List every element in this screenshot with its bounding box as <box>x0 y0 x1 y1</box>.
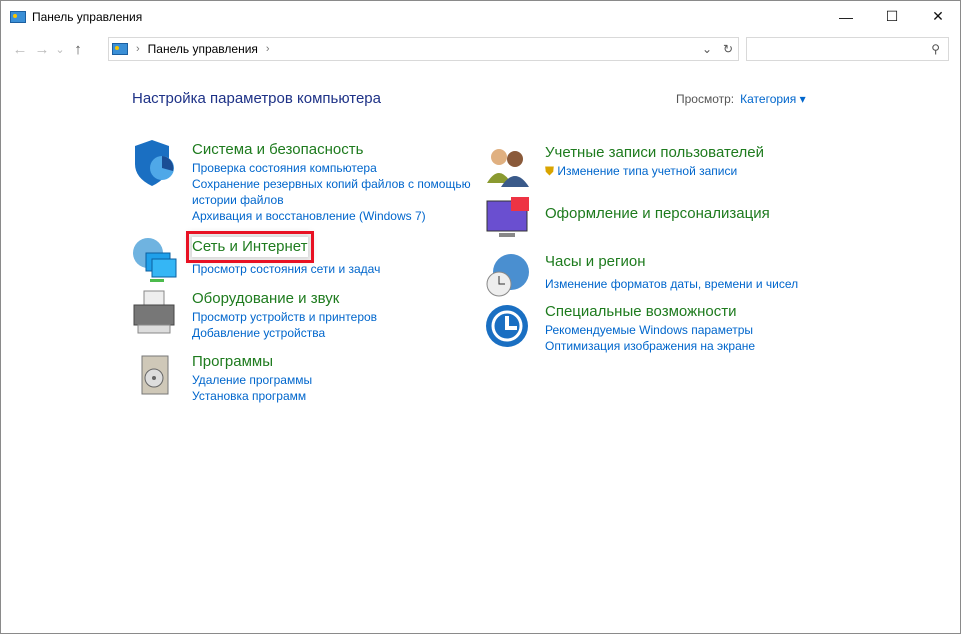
category-programs: Программы Удаление программы Установка п… <box>132 352 312 404</box>
link[interactable]: ⛊ Изменение типа учетной записи <box>545 163 764 179</box>
page-title: Настройка параметров компьютера <box>132 90 381 107</box>
link[interactable]: Изменение форматов даты, времени и чисел <box>545 276 798 292</box>
address-bar[interactable]: › Панель управления › ⌄ ↻ <box>108 37 739 61</box>
breadcrumb[interactable]: Панель управления <box>148 42 258 56</box>
category-system-security: Система и безопасность Проверка состояни… <box>132 140 482 224</box>
back-button[interactable]: ← <box>9 41 31 58</box>
navigation-bar: ← → ⌄ ↑ › Панель управления › ⌄ ↻ ⚲ <box>1 32 960 66</box>
link[interactable]: Архивация и восстановление (Windows 7) <box>192 208 482 224</box>
category-title[interactable]: Учетные записи пользователей <box>545 143 764 163</box>
maximize-button[interactable]: ☐ <box>869 1 915 32</box>
recent-locations-button[interactable]: ⌄ <box>53 43 67 56</box>
link[interactable]: Удаление программы <box>192 372 312 388</box>
link[interactable]: Сохранение резервных копий файлов с помо… <box>192 176 482 208</box>
category-title[interactable]: Сеть и Интернет <box>186 231 314 263</box>
category-user-accounts: Учетные записи пользователей ⛊ Изменение… <box>485 143 764 189</box>
view-selector: Просмотр: Категория ▾ <box>676 92 806 106</box>
link[interactable]: Добавление устройства <box>192 325 377 341</box>
shield-icon <box>135 140 174 186</box>
link[interactable]: Рекомендуемые Windows параметры <box>545 322 755 338</box>
control-panel-icon <box>10 10 26 23</box>
clock-globe-icon <box>486 254 529 297</box>
forward-button[interactable]: → <box>31 41 53 58</box>
link[interactable]: Оптимизация изображения на экране <box>545 338 755 354</box>
chevron-right-icon[interactable]: › <box>266 43 270 55</box>
search-input[interactable]: ⚲ <box>746 37 949 61</box>
up-button[interactable]: ↑ <box>67 41 89 58</box>
link[interactable]: Просмотр устройств и принтеров <box>192 309 377 325</box>
category-hardware-sound: Оборудование и звук Просмотр устройств и… <box>132 289 377 341</box>
link-text: Изменение типа учетной записи <box>557 164 738 178</box>
users-icon <box>487 149 529 187</box>
control-panel-icon <box>112 43 128 55</box>
network-icon <box>133 238 177 282</box>
close-button[interactable]: ✕ <box>915 1 961 32</box>
programs-icon <box>141 355 169 395</box>
category-appearance: Оформление и персонализация <box>485 195 770 241</box>
display-icon <box>486 197 529 237</box>
category-title[interactable]: Оборудование и звук <box>192 289 339 309</box>
view-dropdown[interactable]: Категория ▾ <box>740 92 805 106</box>
category-title[interactable]: Система и безопасность <box>192 140 363 160</box>
chevron-right-icon: › <box>136 43 140 55</box>
address-dropdown-button[interactable]: ⌄ <box>702 42 712 56</box>
link[interactable]: Проверка состояния компьютера <box>192 160 482 176</box>
title-bar: Панель управления — ☐ ✕ <box>1 1 960 32</box>
view-label: Просмотр: <box>676 92 735 106</box>
minimize-button[interactable]: — <box>823 1 869 32</box>
category-clock-region: Часы и регион Изменение форматов даты, в… <box>485 252 798 298</box>
category-title[interactable]: Часы и регион <box>545 252 646 272</box>
category-title[interactable]: Программы <box>192 352 273 372</box>
accessibility-icon <box>486 305 528 347</box>
refresh-button[interactable]: ↻ <box>723 42 733 56</box>
printer-icon <box>133 290 175 334</box>
uac-shield-icon: ⛊ <box>545 164 555 178</box>
category-accessibility: Специальные возможности Рекомендуемые Wi… <box>485 302 755 354</box>
link[interactable]: Установка программ <box>192 388 312 404</box>
category-title[interactable]: Специальные возможности <box>545 302 737 322</box>
search-icon: ⚲ <box>931 42 940 56</box>
window-title: Панель управления <box>32 9 143 24</box>
category-network-internet: Сеть и Интернет Просмотр состояния сети … <box>132 231 380 283</box>
link[interactable]: Просмотр состояния сети и задач <box>192 261 380 277</box>
category-title[interactable]: Оформление и персонализация <box>545 204 770 224</box>
